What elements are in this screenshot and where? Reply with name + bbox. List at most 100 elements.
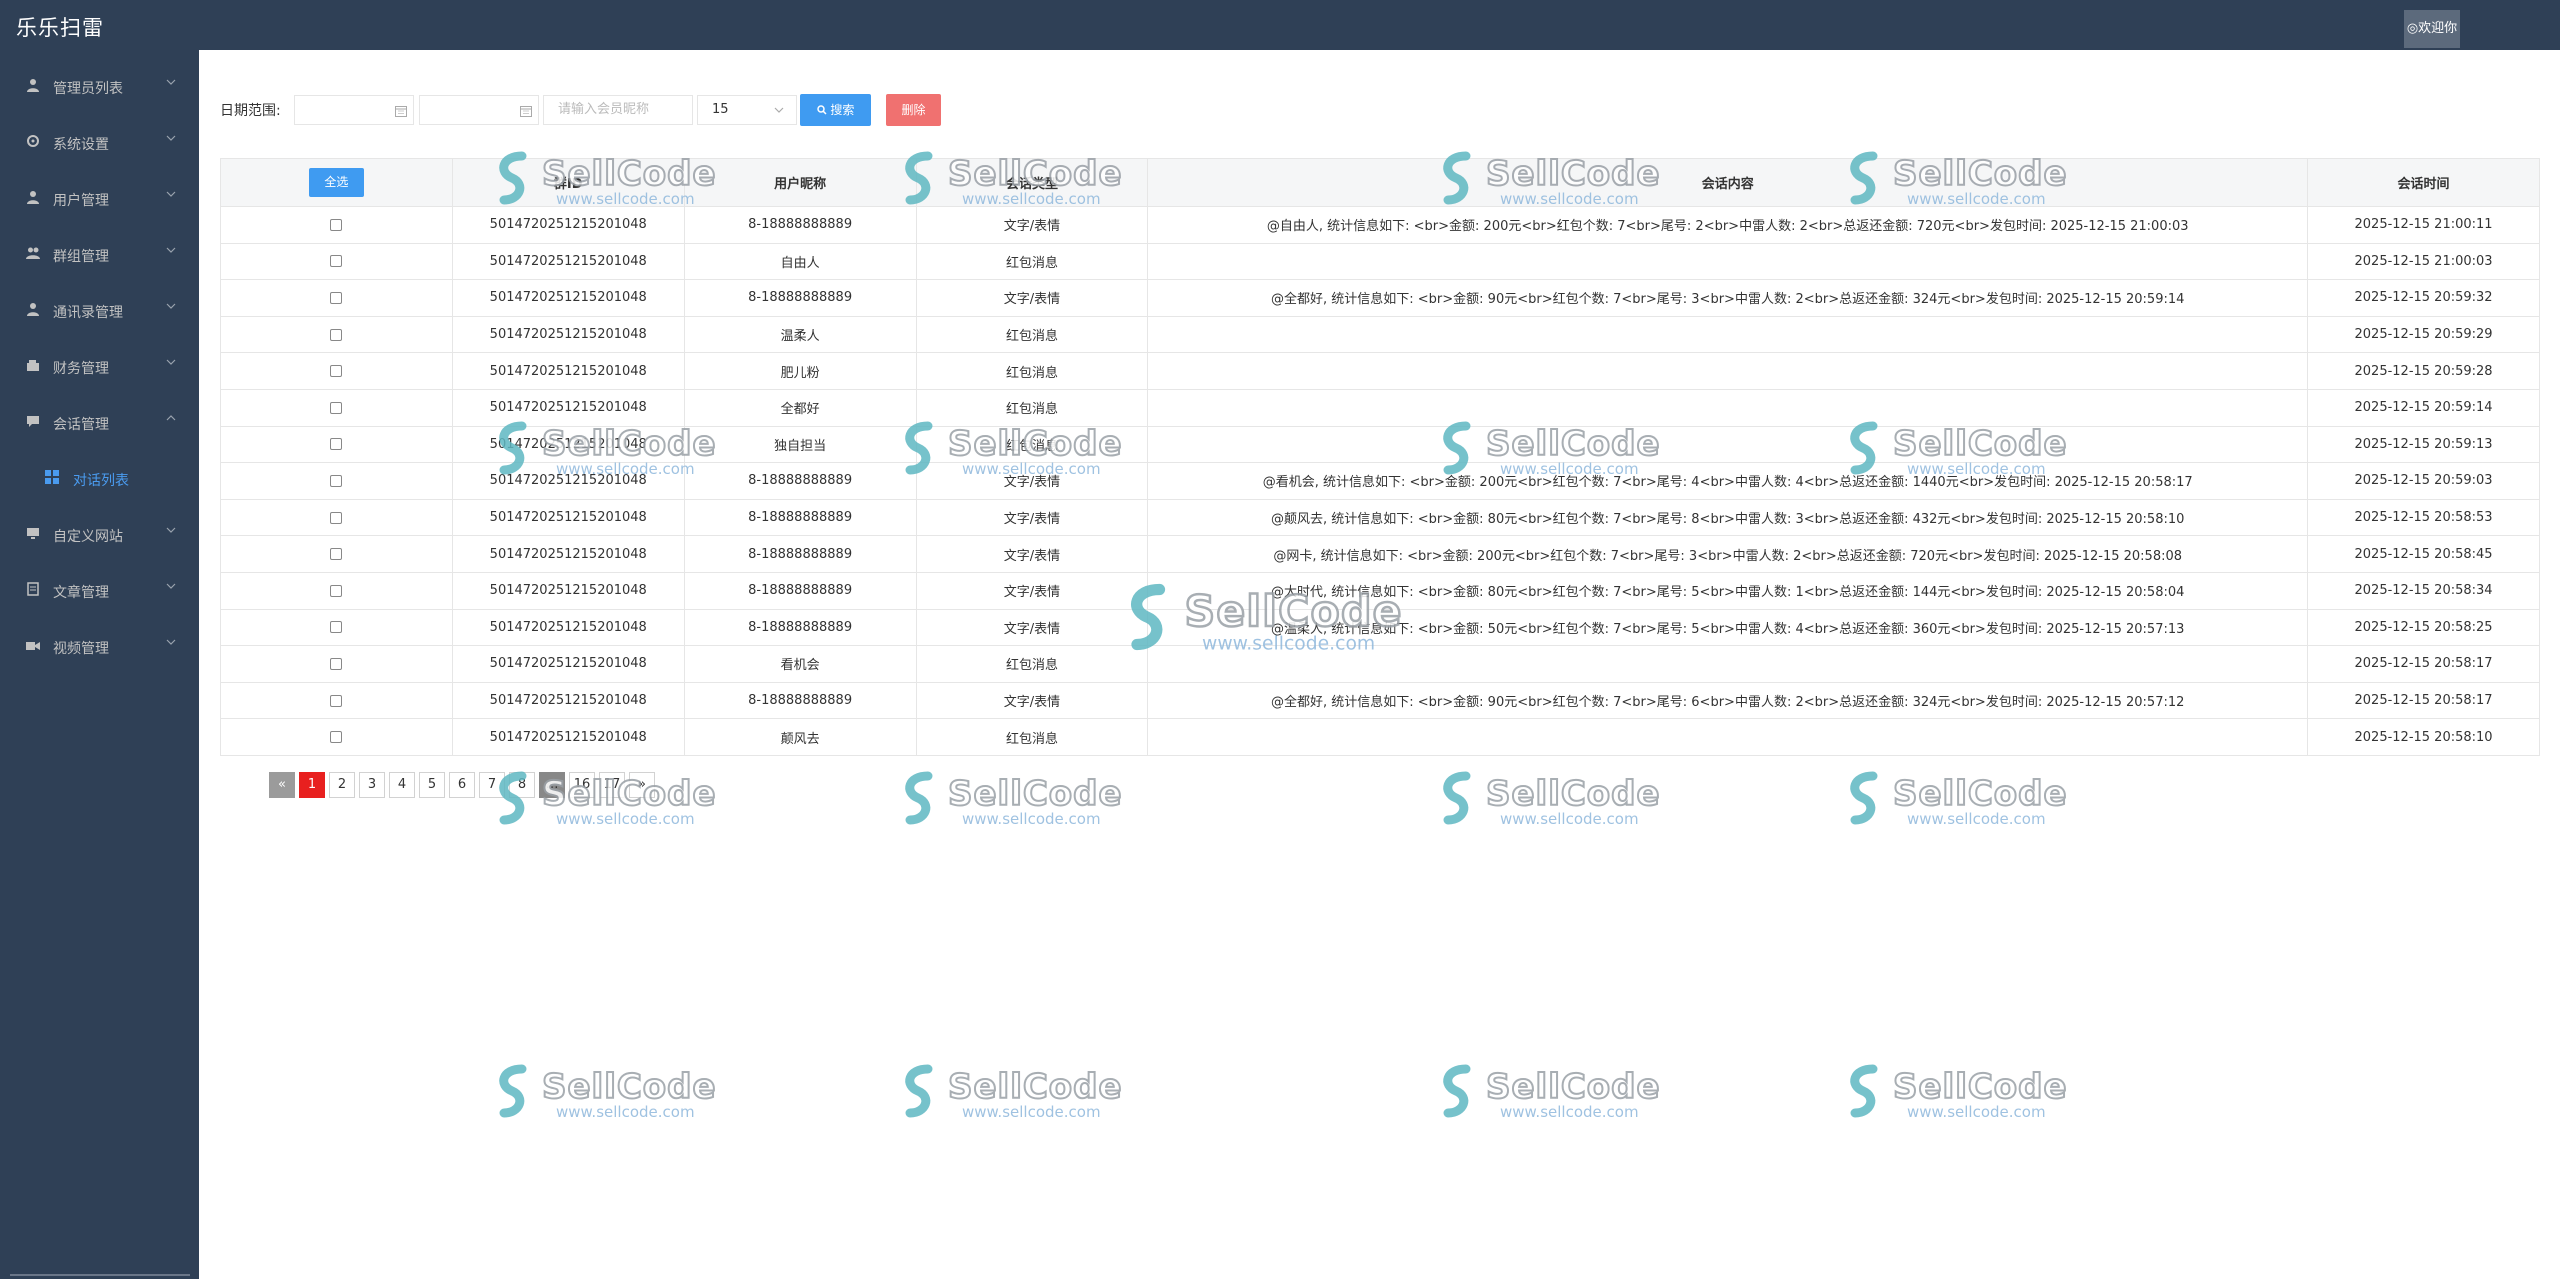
type-cell: 文字/表情 [915,279,1149,317]
sidebar-item-label: 会话管理 [53,417,109,433]
sidebar-item-7[interactable]: 对话列表 [0,458,199,498]
welcome-user-menu[interactable]: ◎欢迎你 [2404,10,2460,48]
row-checkbox[interactable] [330,438,343,451]
row-checkbox[interactable] [330,621,343,634]
nickname-cell: 8-18888888889 [683,206,917,244]
header-group-id: 群ID [451,158,685,207]
table-row[interactable]: 5014720251215201048 8-18888888889 文字/表情 @网卡… [220,535,2540,573]
page-button[interactable]: 2 [329,772,355,798]
nickname-cell: 肥儿粉 [683,352,917,390]
page-button[interactable]: 6 [449,772,475,798]
table-row[interactable]: 5014720251215201048 8-18888888889 文字/表情 @大时… [220,571,2540,610]
app-logo[interactable]: 乐乐扫雷 [16,12,104,42]
row-checkbox[interactable] [330,511,343,524]
row-checkbox-cell [220,571,453,610]
group-id-cell: 5014720251215201048 [451,242,685,281]
time-cell: 2025-12-15 20:59:28 [2307,352,2540,390]
table-row[interactable]: 5014720251215201048 温柔人 红包消息 2025-12-15 20:… [220,315,2540,354]
search-button[interactable]: 搜索 [800,94,871,126]
page-button[interactable]: 7 [479,772,505,798]
sidebar-item-3[interactable]: 群组管理 [0,234,199,274]
chevron-up-icon [166,415,176,421]
group-id-cell: 5014720251215201048 [451,608,685,647]
row-checkbox[interactable] [330,474,343,487]
type-cell: 红包消息 [915,718,1149,756]
group-id-cell: 5014720251215201048 [451,571,685,610]
row-checkbox[interactable] [330,255,343,268]
page-button[interactable]: 1 [299,772,325,798]
sidebar-item-label: 群组管理 [53,249,109,265]
table-header-row: 全选 群ID 用户昵称 会话类型 会话内容 会话时间 [220,158,2540,207]
table-row[interactable]: 5014720251215201048 8-18888888889 文字/表情 @全都… [220,681,2540,720]
row-checkbox-cell [220,242,453,281]
row-checkbox[interactable] [330,401,343,414]
start-date-input[interactable] [294,95,414,125]
table-row[interactable]: 5014720251215201048 自由人 红包消息 2025-12-15 21:… [220,242,2540,281]
prev-page-button[interactable]: « [269,772,295,798]
page-button[interactable]: 16 [569,772,595,798]
content-cell: @颠风去, 统计信息如下: <br>金额: 80元<br>红包个数: 7<br>… [1147,498,2309,537]
content-cell: @全都好, 统计信息如下: <br>金额: 90元<br>红包个数: 7<br>… [1147,279,2309,317]
page-button[interactable]: 3 [359,772,385,798]
page-size-value: 15 [712,102,729,117]
page-button[interactable]: 17 [599,772,625,798]
sidebar-scrollbar[interactable] [10,1274,190,1276]
user-icon [27,303,39,316]
sidebar-item-6[interactable]: 会话管理 [0,402,199,442]
table-row[interactable]: 5014720251215201048 8-18888888889 文字/表情 @看机… [220,462,2540,500]
table-row[interactable]: 5014720251215201048 8-18888888889 文字/表情 @温柔… [220,608,2540,647]
next-page-button[interactable]: » [629,772,655,798]
row-checkbox[interactable] [330,731,343,744]
content-cell [1147,388,2309,427]
time-cell: 2025-12-15 20:58:10 [2307,718,2540,756]
table-row[interactable]: 5014720251215201048 颠风去 红包消息 2025-12-15 20:… [220,718,2540,756]
time-cell: 2025-12-15 20:58:53 [2307,498,2540,537]
row-checkbox-cell [220,462,453,500]
table-row[interactable]: 5014720251215201048 8-18888888889 文字/表情 @全都… [220,279,2540,317]
row-checkbox[interactable] [330,548,343,561]
header-nickname: 用户昵称 [683,158,917,207]
sidebar-item-5[interactable]: 财务管理 [0,346,199,386]
row-checkbox[interactable] [330,584,343,597]
sidebar-item-2[interactable]: 用户管理 [0,178,199,218]
row-checkbox[interactable] [330,291,343,304]
row-checkbox[interactable] [330,657,343,670]
row-checkbox-cell [220,352,453,390]
sidebar-item-0[interactable]: 管理员列表 [0,66,199,106]
table-row[interactable]: 5014720251215201048 8-18888888889 文字/表情 @颠风… [220,498,2540,537]
row-checkbox[interactable] [330,365,343,378]
chevron-down-icon [166,303,176,309]
nickname-cell: 看机会 [683,645,917,683]
sidebar-item-9[interactable]: 文章管理 [0,570,199,610]
page-button[interactable]: 5 [419,772,445,798]
table-row[interactable]: 5014720251215201048 肥儿粉 红包消息 2025-12-15 20:… [220,352,2540,390]
sidebar-item-1[interactable]: 系统设置 [0,122,199,162]
delete-button[interactable]: 删除 [886,94,941,126]
calendar-icon [520,106,532,117]
page-size-select[interactable]: 15 [697,95,797,125]
sidebar-item-8[interactable]: 自定义网站 [0,514,199,554]
type-cell: 红包消息 [915,352,1149,390]
row-checkbox[interactable] [330,218,343,231]
table-row[interactable]: 5014720251215201048 独自担当 红包消息 2025-12-15 20… [220,425,2540,464]
nickname-search-input[interactable]: 请输入会员昵称 [543,95,693,125]
sidebar-item-4[interactable]: 通讯录管理 [0,290,199,330]
nickname-cell: 8-18888888889 [683,498,917,537]
row-checkbox[interactable] [330,328,343,341]
row-checkbox[interactable] [330,694,343,707]
check-all-button[interactable]: 全选 [308,168,364,197]
table-row[interactable]: 5014720251215201048 看机会 红包消息 2025-12-15 20:… [220,645,2540,683]
gear-icon [27,135,39,147]
table-row[interactable]: 5014720251215201048 8-18888888889 文字/表情 @自由… [220,206,2540,244]
table-row[interactable]: 5014720251215201048 全都好 红包消息 2025-12-15 20:… [220,388,2540,427]
page-button[interactable]: 4 [389,772,415,798]
end-date-input[interactable] [419,95,539,125]
monitor-icon [27,528,39,539]
page-button[interactable]: 8 [509,772,535,798]
sidebar-item-10[interactable]: 视频管理 [0,626,199,666]
group-id-cell: 5014720251215201048 [451,462,685,500]
type-cell: 红包消息 [915,242,1149,281]
content-cell: @看机会, 统计信息如下: <br>金额: 200元<br>红包个数: 7<br… [1147,462,2309,500]
content-cell: @网卡, 统计信息如下: <br>金额: 200元<br>红包个数: 7<br>… [1147,535,2309,573]
group-id-cell: 5014720251215201048 [451,535,685,573]
